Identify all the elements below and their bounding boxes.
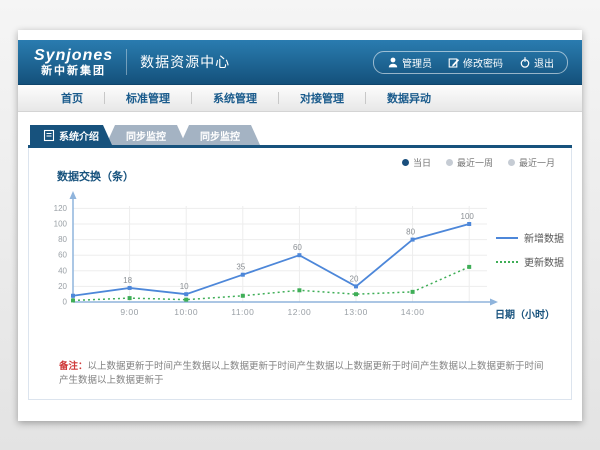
- tab-system-intro[interactable]: 系统介绍: [30, 125, 112, 145]
- data-point-label: 60: [293, 243, 302, 252]
- data-point-marker: [354, 284, 358, 288]
- data-point-marker: [241, 273, 245, 277]
- x-tick-label: 12:00: [288, 307, 312, 317]
- y-tick-label: 20: [58, 282, 67, 291]
- power-icon: [519, 56, 531, 69]
- data-exchange-line-chart: 0 20 40 60 80 100 120 9:00 10:00 11:00 12:00 13:00 1…: [49, 188, 569, 328]
- edit-icon: [448, 56, 460, 69]
- legend-label: 新增数据: [524, 230, 564, 245]
- data-point-marker: [467, 222, 471, 226]
- tab-sync-monitor-1[interactable]: 同步监控: [106, 125, 186, 145]
- logo-company-name: 新中新集团: [34, 65, 113, 77]
- radio-dot: [508, 159, 515, 166]
- tab-bar: 系统介绍 同步监控 同步监控: [18, 125, 582, 145]
- filter-option-label: 最近一月: [519, 156, 555, 169]
- data-point-marker: [467, 265, 471, 269]
- data-point-marker: [71, 294, 75, 298]
- x-axis-arrow: [490, 299, 498, 306]
- filter-option-0[interactable]: 当日: [402, 156, 431, 169]
- page-top-strip: [18, 30, 582, 40]
- data-point-marker: [128, 286, 132, 290]
- desktop-background: Synjones 新中新集团 数据资源中心 管理员修改密码退出 首页标准管理系统…: [0, 0, 600, 450]
- filter-option-label: 当日: [413, 156, 431, 169]
- main-nav: 首页标准管理系统管理对接管理数据异动: [18, 85, 582, 112]
- data-point-marker: [184, 298, 188, 302]
- tab-sync-monitor-1-label: 同步监控: [126, 128, 166, 143]
- y-tick-label: 60: [58, 251, 67, 260]
- filter-option-1[interactable]: 最近一周: [446, 156, 493, 169]
- time-range-filter: 当日 最近一周 最近一月: [402, 156, 555, 169]
- data-point-marker: [411, 290, 415, 294]
- y-tick-label: 80: [58, 235, 67, 244]
- app-header: Synjones 新中新集团 数据资源中心 管理员 修改密码 退出: [18, 40, 582, 85]
- series-line-更新数据: [73, 267, 469, 301]
- userbar-change-password-label: 修改密码: [463, 55, 503, 70]
- user-toolbar: 管理员 修改密码 退出: [373, 51, 568, 74]
- data-point-marker: [354, 292, 358, 296]
- userbar-admin[interactable]: 管理员: [387, 55, 432, 70]
- data-point-label: 18: [123, 276, 132, 285]
- y-axis-arrow: [70, 191, 77, 199]
- note-text: 以上数据更新于时间产生数据以上数据更新于时间产生数据以上数据更新于时间产生数据以…: [59, 361, 544, 386]
- tab-sync-monitor-2[interactable]: 同步监控: [180, 125, 260, 145]
- legend-item: 更新数据: [496, 254, 564, 269]
- y-tick-label: 40: [58, 266, 67, 275]
- chart-legend: 新增数据更新数据: [496, 230, 564, 278]
- userbar-logout-label: 退出: [534, 55, 554, 70]
- data-point-marker: [297, 253, 301, 257]
- footer-note: 备注：以上数据更新于时间产生数据以上数据更新于时间产生数据以上数据更新于时间产生…: [59, 358, 551, 386]
- brand-logo: Synjones 新中新集团: [34, 47, 113, 77]
- data-point-marker: [297, 288, 301, 292]
- radio-dot: [402, 159, 409, 166]
- filter-option-label: 最近一周: [457, 156, 493, 169]
- legend-swatch: [496, 237, 518, 239]
- tab-system-intro-label: 系统介绍: [59, 128, 99, 143]
- data-point-label: 35: [236, 263, 245, 272]
- legend-label: 更新数据: [524, 254, 564, 269]
- userbar-change-password[interactable]: 修改密码: [448, 55, 503, 70]
- data-point-marker: [241, 294, 245, 298]
- x-tick-label: 10:00: [174, 307, 198, 317]
- data-point-marker: [128, 296, 132, 300]
- data-point-label: 10: [180, 282, 189, 291]
- user-icon: [387, 56, 399, 69]
- nav-item-docking-management[interactable]: 对接管理: [279, 90, 365, 106]
- x-tick-label: 14:00: [401, 307, 425, 317]
- data-point-marker: [411, 238, 415, 242]
- userbar-logout[interactable]: 退出: [519, 55, 554, 70]
- radio-dot: [446, 159, 453, 166]
- y-tick-label: 0: [63, 298, 68, 307]
- note-prefix: 备注：: [59, 361, 88, 372]
- nav-item-system-management[interactable]: 系统管理: [192, 90, 278, 106]
- y-tick-label: 100: [54, 220, 68, 229]
- legend-swatch: [496, 261, 518, 263]
- filter-option-2[interactable]: 最近一月: [508, 156, 555, 169]
- x-tick-label: 9:00: [120, 307, 139, 317]
- x-tick-label: 13:00: [344, 307, 368, 317]
- doc-icon: [43, 129, 55, 142]
- chart-panel: 当日 最近一周 最近一月 数据交换（条） 0 20 40 60 80 100 120 9:00 10…: [28, 148, 572, 400]
- data-point-marker: [184, 292, 188, 296]
- nav-item-home[interactable]: 首页: [40, 90, 104, 106]
- app-title: 数据资源中心: [140, 52, 230, 72]
- data-point-label: 100: [461, 212, 475, 221]
- y-tick-label: 120: [54, 204, 68, 213]
- x-axis-title: 日期（小时）: [495, 308, 555, 321]
- logo-wordmark: Synjones: [34, 47, 113, 65]
- browser-page: Synjones 新中新集团 数据资源中心 管理员修改密码退出 首页标准管理系统…: [18, 30, 582, 421]
- data-point-label: 20: [350, 274, 359, 283]
- data-point-label: 80: [406, 228, 415, 237]
- tab-sync-monitor-2-label: 同步监控: [200, 128, 240, 143]
- nav-item-standard-management[interactable]: 标准管理: [105, 90, 191, 106]
- x-tick-label: 11:00: [231, 307, 254, 317]
- userbar-admin-label: 管理员: [402, 55, 432, 70]
- header-divider: [126, 49, 127, 75]
- nav-item-data-change[interactable]: 数据异动: [366, 90, 452, 106]
- y-axis-title: 数据交换（条）: [57, 168, 134, 184]
- data-point-marker: [71, 298, 75, 302]
- legend-item: 新增数据: [496, 230, 564, 245]
